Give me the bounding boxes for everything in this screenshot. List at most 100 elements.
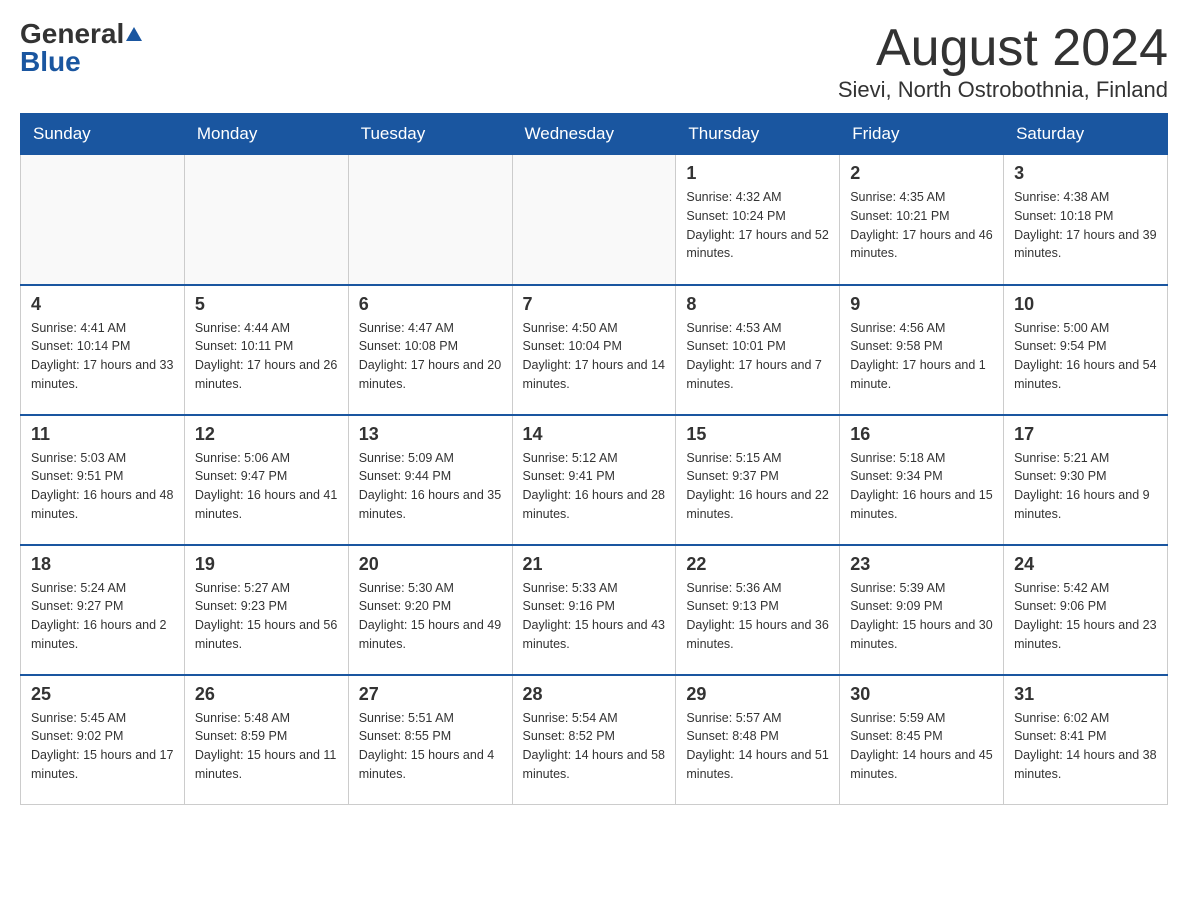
day-info: Sunrise: 6:02 AMSunset: 8:41 PMDaylight:… <box>1014 709 1157 784</box>
day-number: 6 <box>359 294 502 315</box>
calendar-cell: 19Sunrise: 5:27 AMSunset: 9:23 PMDayligh… <box>184 545 348 675</box>
weekday-header-saturday: Saturday <box>1004 114 1168 155</box>
day-info: Sunrise: 5:51 AMSunset: 8:55 PMDaylight:… <box>359 709 502 784</box>
location-title: Sievi, North Ostrobothnia, Finland <box>838 77 1168 103</box>
weekday-header-tuesday: Tuesday <box>348 114 512 155</box>
day-number: 16 <box>850 424 993 445</box>
weekday-header-sunday: Sunday <box>21 114 185 155</box>
day-info: Sunrise: 4:38 AMSunset: 10:18 PMDaylight… <box>1014 188 1157 263</box>
day-info: Sunrise: 5:33 AMSunset: 9:16 PMDaylight:… <box>523 579 666 654</box>
calendar-cell: 13Sunrise: 5:09 AMSunset: 9:44 PMDayligh… <box>348 415 512 545</box>
calendar-cell: 22 Sunrise: 5:36 AMSunset: 9:13 PMDayligh… <box>676 545 840 675</box>
calendar-cell: 16 Sunrise: 5:18 AMSunset: 9:34 PMDayligh… <box>840 415 1004 545</box>
page-header: General Blue August 2024 Sievi, North Os… <box>20 20 1168 103</box>
calendar-cell <box>512 155 676 285</box>
calendar-cell: 11 Sunrise: 5:03 AMSunset: 9:51 PMDayligh… <box>21 415 185 545</box>
week-row-3: 11 Sunrise: 5:03 AMSunset: 9:51 PMDayligh… <box>21 415 1168 545</box>
calendar-cell: 14 Sunrise: 5:12 AMSunset: 9:41 PMDayligh… <box>512 415 676 545</box>
day-info: Sunrise: 5:27 AMSunset: 9:23 PMDaylight:… <box>195 579 338 654</box>
day-info: Sunrise: 5:06 AMSunset: 9:47 PMDaylight:… <box>195 449 338 524</box>
day-info: Sunrise: 4:47 AMSunset: 10:08 PMDaylight… <box>359 319 502 394</box>
day-number: 14 <box>523 424 666 445</box>
weekday-header-row: SundayMondayTuesdayWednesdayThursdayFrid… <box>21 114 1168 155</box>
calendar-cell: 3 Sunrise: 4:38 AMSunset: 10:18 PMDayligh… <box>1004 155 1168 285</box>
day-info: Sunrise: 5:42 AMSunset: 9:06 PMDaylight:… <box>1014 579 1157 654</box>
day-number: 11 <box>31 424 174 445</box>
day-info: Sunrise: 4:56 AMSunset: 9:58 PMDaylight:… <box>850 319 993 394</box>
calendar-table: SundayMondayTuesdayWednesdayThursdayFrid… <box>20 113 1168 805</box>
day-number: 29 <box>686 684 829 705</box>
day-number: 26 <box>195 684 338 705</box>
calendar-cell: 18Sunrise: 5:24 AMSunset: 9:27 PMDayligh… <box>21 545 185 675</box>
day-number: 27 <box>359 684 502 705</box>
day-number: 2 <box>850 163 993 184</box>
day-number: 9 <box>850 294 993 315</box>
calendar-cell: 21Sunrise: 5:33 AMSunset: 9:16 PMDayligh… <box>512 545 676 675</box>
title-block: August 2024 Sievi, North Ostrobothnia, F… <box>838 20 1168 103</box>
day-number: 8 <box>686 294 829 315</box>
day-number: 24 <box>1014 554 1157 575</box>
week-row-5: 25 Sunrise: 5:45 AMSunset: 9:02 PMDayligh… <box>21 675 1168 805</box>
calendar-cell: 25 Sunrise: 5:45 AMSunset: 9:02 PMDayligh… <box>21 675 185 805</box>
day-info: Sunrise: 5:00 AMSunset: 9:54 PMDaylight:… <box>1014 319 1157 394</box>
week-row-4: 18Sunrise: 5:24 AMSunset: 9:27 PMDayligh… <box>21 545 1168 675</box>
calendar-cell: 1 Sunrise: 4:32 AMSunset: 10:24 PMDayligh… <box>676 155 840 285</box>
calendar-cell <box>184 155 348 285</box>
day-number: 15 <box>686 424 829 445</box>
day-info: Sunrise: 5:09 AMSunset: 9:44 PMDaylight:… <box>359 449 502 524</box>
day-info: Sunrise: 4:32 AMSunset: 10:24 PMDaylight… <box>686 188 829 263</box>
calendar-cell: 23Sunrise: 5:39 AMSunset: 9:09 PMDayligh… <box>840 545 1004 675</box>
weekday-header-wednesday: Wednesday <box>512 114 676 155</box>
calendar-cell: 7Sunrise: 4:50 AMSunset: 10:04 PMDayligh… <box>512 285 676 415</box>
day-info: Sunrise: 4:53 AMSunset: 10:01 PMDaylight… <box>686 319 829 394</box>
day-number: 28 <box>523 684 666 705</box>
day-number: 25 <box>31 684 174 705</box>
day-number: 4 <box>31 294 174 315</box>
day-number: 22 <box>686 554 829 575</box>
day-info: Sunrise: 4:35 AMSunset: 10:21 PMDaylight… <box>850 188 993 263</box>
day-number: 30 <box>850 684 993 705</box>
week-row-1: 1 Sunrise: 4:32 AMSunset: 10:24 PMDayligh… <box>21 155 1168 285</box>
day-number: 7 <box>523 294 666 315</box>
day-info: Sunrise: 5:15 AMSunset: 9:37 PMDaylight:… <box>686 449 829 524</box>
calendar-cell: 30 Sunrise: 5:59 AMSunset: 8:45 PMDayligh… <box>840 675 1004 805</box>
day-info: Sunrise: 5:12 AMSunset: 9:41 PMDaylight:… <box>523 449 666 524</box>
calendar-cell: 20 Sunrise: 5:30 AMSunset: 9:20 PMDayligh… <box>348 545 512 675</box>
day-info: Sunrise: 5:57 AMSunset: 8:48 PMDaylight:… <box>686 709 829 784</box>
weekday-header-friday: Friday <box>840 114 1004 155</box>
day-info: Sunrise: 5:30 AMSunset: 9:20 PMDaylight:… <box>359 579 502 654</box>
calendar-cell: 10Sunrise: 5:00 AMSunset: 9:54 PMDayligh… <box>1004 285 1168 415</box>
day-number: 1 <box>686 163 829 184</box>
calendar-cell: 9 Sunrise: 4:56 AMSunset: 9:58 PMDaylight… <box>840 285 1004 415</box>
calendar-cell: 29 Sunrise: 5:57 AMSunset: 8:48 PMDayligh… <box>676 675 840 805</box>
day-info: Sunrise: 5:54 AMSunset: 8:52 PMDaylight:… <box>523 709 666 784</box>
logo-triangle-icon <box>126 27 142 41</box>
calendar-cell: 8 Sunrise: 4:53 AMSunset: 10:01 PMDayligh… <box>676 285 840 415</box>
day-info: Sunrise: 5:18 AMSunset: 9:34 PMDaylight:… <box>850 449 993 524</box>
calendar-cell: 6 Sunrise: 4:47 AMSunset: 10:08 PMDayligh… <box>348 285 512 415</box>
logo-blue-text: Blue <box>20 48 81 76</box>
calendar-cell <box>21 155 185 285</box>
day-number: 23 <box>850 554 993 575</box>
calendar-cell: 12Sunrise: 5:06 AMSunset: 9:47 PMDayligh… <box>184 415 348 545</box>
day-number: 5 <box>195 294 338 315</box>
day-info: Sunrise: 5:21 AMSunset: 9:30 PMDaylight:… <box>1014 449 1157 524</box>
calendar-cell: 4Sunrise: 4:41 AMSunset: 10:14 PMDayligh… <box>21 285 185 415</box>
weekday-header-monday: Monday <box>184 114 348 155</box>
day-info: Sunrise: 5:36 AMSunset: 9:13 PMDaylight:… <box>686 579 829 654</box>
day-info: Sunrise: 5:45 AMSunset: 9:02 PMDaylight:… <box>31 709 174 784</box>
calendar-cell: 27 Sunrise: 5:51 AMSunset: 8:55 PMDayligh… <box>348 675 512 805</box>
month-title: August 2024 <box>838 20 1168 77</box>
day-number: 18 <box>31 554 174 575</box>
calendar-cell: 5Sunrise: 4:44 AMSunset: 10:11 PMDayligh… <box>184 285 348 415</box>
day-info: Sunrise: 5:03 AMSunset: 9:51 PMDaylight:… <box>31 449 174 524</box>
day-number: 3 <box>1014 163 1157 184</box>
calendar-cell: 24 Sunrise: 5:42 AMSunset: 9:06 PMDayligh… <box>1004 545 1168 675</box>
day-number: 20 <box>359 554 502 575</box>
logo-general-text: General <box>20 20 124 48</box>
calendar-cell: 17Sunrise: 5:21 AMSunset: 9:30 PMDayligh… <box>1004 415 1168 545</box>
week-row-2: 4Sunrise: 4:41 AMSunset: 10:14 PMDayligh… <box>21 285 1168 415</box>
day-number: 31 <box>1014 684 1157 705</box>
day-info: Sunrise: 5:59 AMSunset: 8:45 PMDaylight:… <box>850 709 993 784</box>
weekday-header-thursday: Thursday <box>676 114 840 155</box>
